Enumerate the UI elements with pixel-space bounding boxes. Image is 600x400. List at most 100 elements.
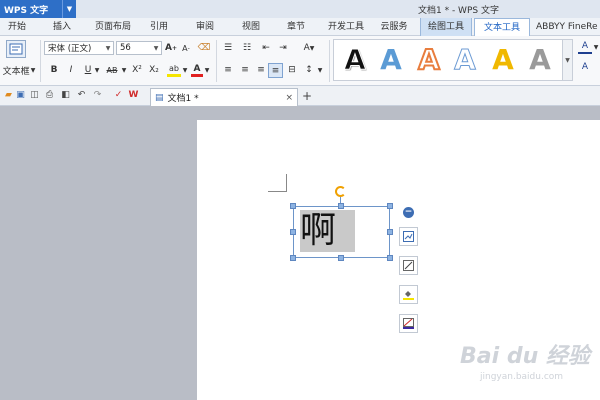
chevron-down-icon: ▼ bbox=[153, 44, 159, 52]
wps-logo-icon[interactable]: W bbox=[128, 90, 139, 101]
tab-review[interactable]: 审阅 bbox=[190, 18, 220, 36]
baidu-watermark: Bai du 经验 jingyan.baidu.com bbox=[460, 338, 600, 400]
highlight-button[interactable]: ab bbox=[167, 63, 181, 77]
chevron-down-icon: ▼ bbox=[30, 66, 36, 74]
align-center-icon[interactable]: ≡ bbox=[238, 63, 252, 77]
chevron-down-icon[interactable]: ▼ bbox=[181, 63, 189, 77]
text-outline-button[interactable]: A bbox=[578, 60, 592, 74]
line-color-button[interactable] bbox=[399, 314, 418, 333]
undo-icon[interactable]: ↶ bbox=[76, 90, 87, 101]
shrink-font-button[interactable]: A- bbox=[180, 41, 192, 55]
font-color-button[interactable]: A bbox=[191, 63, 203, 77]
textbox-selection-border[interactable] bbox=[293, 206, 390, 258]
resize-handle-e[interactable] bbox=[387, 229, 393, 235]
print-icon[interactable]: ⎙ bbox=[44, 90, 55, 101]
style-orange-outline[interactable]: A bbox=[412, 42, 446, 78]
chevron-down-icon[interactable]: ▼ bbox=[93, 63, 101, 77]
bold-button[interactable]: B bbox=[48, 63, 60, 77]
chevron-down-icon[interactable]: ▼ bbox=[592, 40, 600, 54]
style-gray[interactable]: A bbox=[523, 42, 557, 78]
resize-handle-se[interactable] bbox=[387, 255, 393, 261]
font-name-select[interactable]: 宋体 (正文) ▼ bbox=[44, 41, 114, 55]
chevron-down-icon[interactable]: ▼ bbox=[120, 63, 128, 77]
print-preview-icon[interactable]: ◫ bbox=[29, 90, 40, 101]
textbox-button[interactable]: 文本框 ▼ bbox=[0, 64, 38, 77]
textbox-label: 文本框 bbox=[2, 66, 30, 77]
resize-handle-sw[interactable] bbox=[290, 255, 296, 261]
chevron-down-icon: ▼ bbox=[105, 44, 111, 52]
save-icon[interactable]: ▣ bbox=[15, 90, 26, 101]
paint-bucket-icon bbox=[403, 289, 414, 300]
tab-developer[interactable]: 开发工具 bbox=[324, 18, 368, 36]
resize-handle-s[interactable] bbox=[338, 255, 344, 261]
collapse-toolbar-icon[interactable]: − bbox=[403, 207, 414, 218]
tab-page-layout[interactable]: 页面布局 bbox=[88, 18, 138, 36]
tab-insert[interactable]: 插入 bbox=[44, 18, 80, 36]
chevron-down-icon[interactable]: ▼ bbox=[203, 63, 211, 77]
style-gold[interactable]: A bbox=[486, 42, 520, 78]
app-menu-button[interactable]: WPS 文字 ▼ bbox=[0, 0, 76, 18]
style-blue[interactable]: A bbox=[374, 42, 408, 78]
style-button[interactable]: A ▼ bbox=[300, 41, 318, 55]
redo-icon[interactable]: ↷ bbox=[92, 90, 103, 101]
strikethrough-button[interactable]: AB bbox=[104, 63, 120, 77]
style-black[interactable]: A bbox=[338, 42, 372, 78]
line-spacing-icon[interactable]: ↕ bbox=[302, 63, 316, 77]
app-name: WPS 文字 bbox=[4, 5, 49, 16]
margin-corner-marker bbox=[268, 191, 286, 192]
watermark-url: jingyan.baidu.com bbox=[480, 372, 564, 382]
watermark-brand: Bai du 经验 bbox=[460, 344, 590, 369]
quick-access-bar: ▰ ▣ ◫ ⎙ ◧ ↶ ↷ ✓ W bbox=[0, 86, 600, 106]
new-tab-button[interactable]: + bbox=[302, 89, 312, 103]
app-menu-dropdown-icon[interactable]: ▼ bbox=[62, 0, 76, 18]
grow-font-button[interactable]: A + bbox=[165, 41, 177, 55]
find-icon[interactable]: ◧ bbox=[60, 90, 71, 101]
bullet-list-icon[interactable]: ☰ bbox=[221, 41, 235, 55]
subscript-button[interactable]: X₂ bbox=[147, 63, 161, 77]
tab-text-tools[interactable]: 文本工具 bbox=[474, 18, 530, 37]
decrease-indent-icon[interactable]: ⇤ bbox=[259, 41, 273, 55]
resize-handle-ne[interactable] bbox=[387, 203, 393, 209]
tab-abbyy[interactable]: ABBYY FineRe bbox=[536, 18, 600, 36]
increase-indent-icon[interactable]: ⇥ bbox=[276, 41, 290, 55]
style-blue-outline[interactable]: A bbox=[448, 42, 482, 78]
layout-icon bbox=[403, 231, 414, 242]
divider bbox=[216, 40, 217, 82]
align-left-icon[interactable]: ≡ bbox=[221, 63, 235, 77]
close-tab-icon[interactable]: × bbox=[285, 93, 293, 103]
resize-handle-nw[interactable] bbox=[290, 203, 296, 209]
font-size-select[interactable]: 56 ▼ bbox=[116, 41, 162, 55]
superscript-button[interactable]: X² bbox=[130, 63, 144, 77]
shape-style-button[interactable] bbox=[399, 256, 418, 275]
tab-view[interactable]: 视图 bbox=[236, 18, 266, 36]
tab-drawing-tools[interactable]: 绘图工具 bbox=[420, 18, 472, 36]
open-folder-icon[interactable]: ▰ bbox=[3, 90, 14, 101]
resize-handle-w[interactable] bbox=[290, 229, 296, 235]
fill-color-button[interactable] bbox=[399, 285, 418, 304]
justify-icon[interactable]: ≡ bbox=[268, 63, 283, 78]
title-bar: WPS 文字 ▼ 文档1 * - WPS 文字 bbox=[0, 0, 600, 18]
line-color-icon bbox=[403, 318, 414, 329]
align-right-icon[interactable]: ≡ bbox=[254, 63, 268, 77]
tab-cloud[interactable]: 云服务 bbox=[375, 18, 413, 36]
textbox-icon[interactable] bbox=[6, 40, 26, 58]
rotate-handle-icon[interactable] bbox=[335, 186, 346, 197]
resize-handle-n[interactable] bbox=[338, 203, 344, 209]
tab-references[interactable]: 引用 bbox=[144, 18, 174, 36]
layout-options-button[interactable] bbox=[399, 227, 418, 246]
format-painter-icon[interactable]: ✓ bbox=[113, 90, 124, 101]
divider bbox=[329, 40, 330, 82]
distributed-icon[interactable]: ⊟ bbox=[285, 63, 299, 77]
document-tab[interactable]: ▤ 文档1 * × bbox=[150, 88, 298, 106]
gallery-more-button[interactable]: ▼ bbox=[563, 39, 573, 81]
font-name-value: 宋体 (正文) bbox=[48, 44, 92, 54]
italic-button[interactable]: I bbox=[65, 63, 77, 77]
tab-sections[interactable]: 章节 bbox=[281, 18, 311, 36]
divider bbox=[40, 40, 41, 82]
clear-format-icon[interactable]: ⌫ bbox=[197, 41, 211, 55]
font-size-value: 56 bbox=[120, 43, 131, 53]
tab-home[interactable]: 开始 bbox=[2, 18, 32, 36]
numbered-list-icon[interactable]: ☷ bbox=[240, 41, 254, 55]
text-fill-button[interactable]: A bbox=[578, 40, 592, 54]
chevron-down-icon[interactable]: ▼ bbox=[316, 63, 324, 77]
